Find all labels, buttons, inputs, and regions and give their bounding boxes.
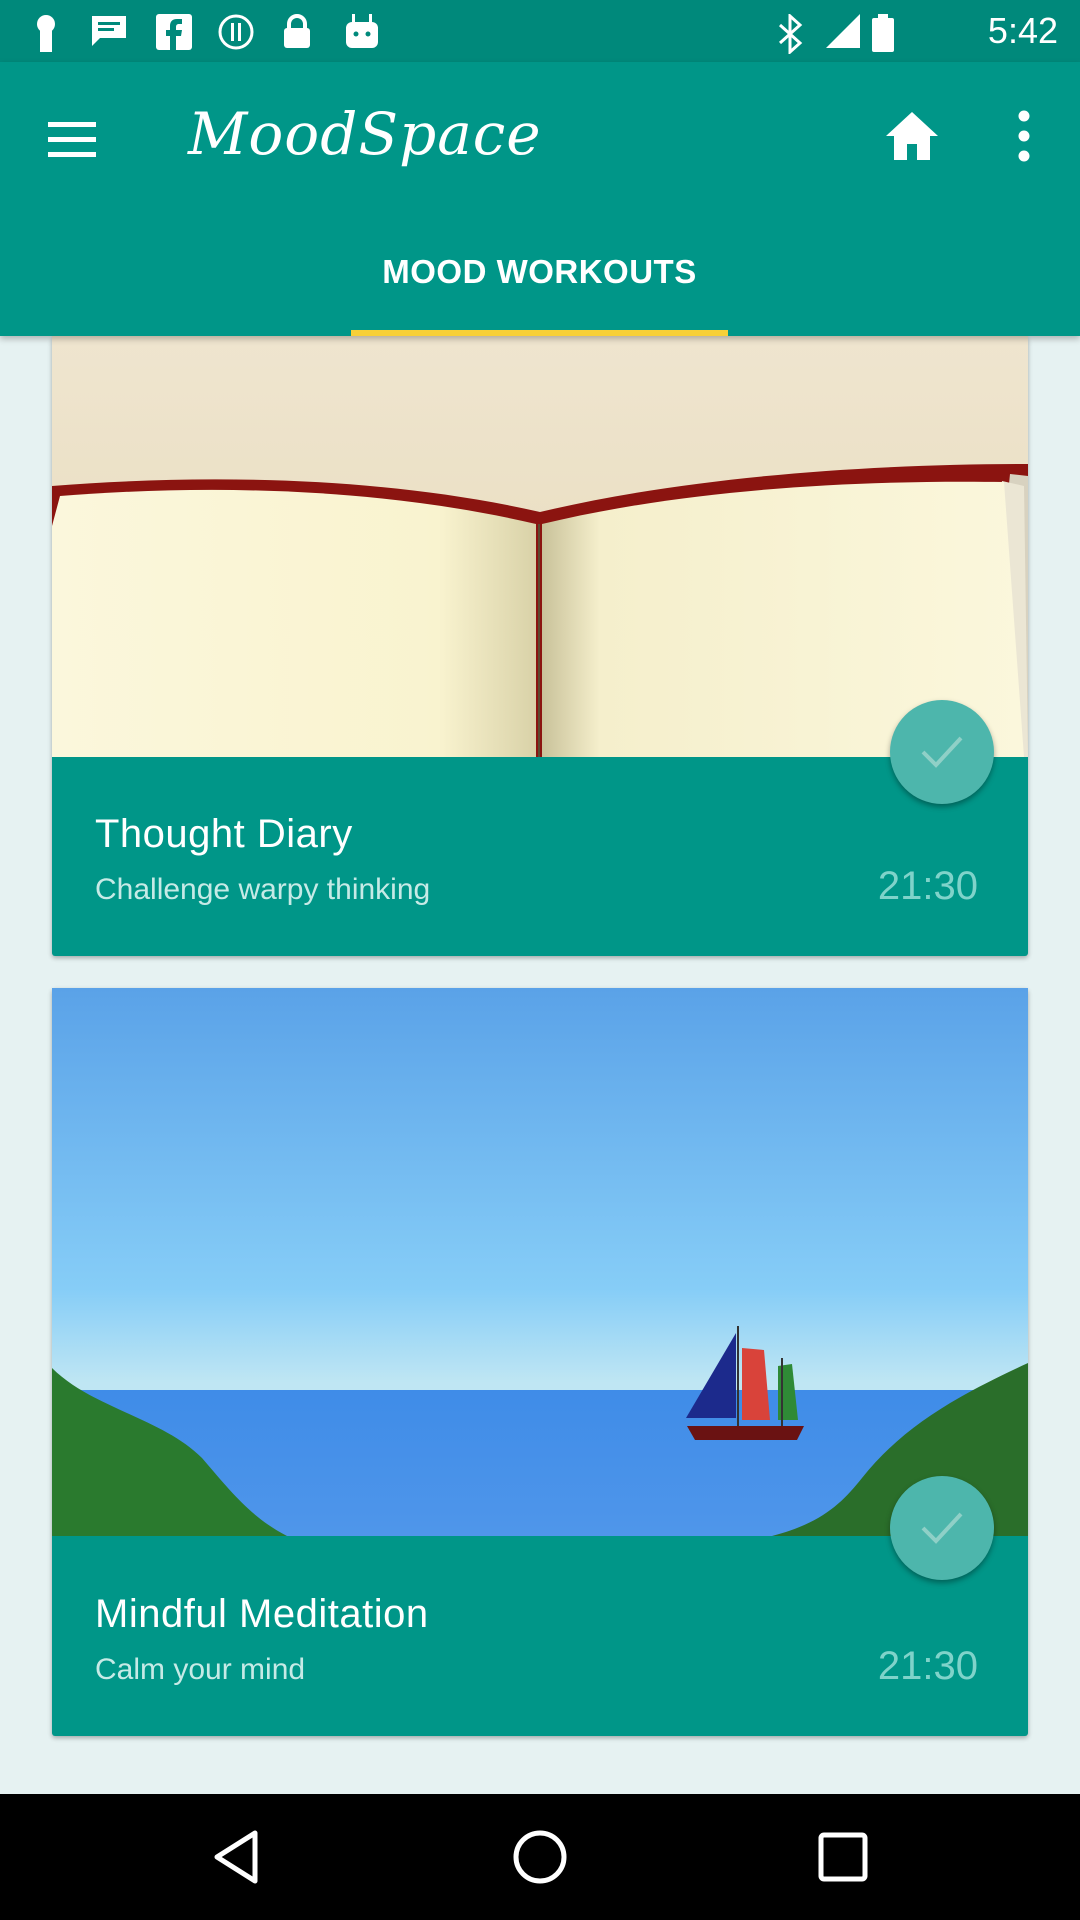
check-icon xyxy=(921,736,963,768)
app-bar: MoodSpace MOOD WORKOUTS xyxy=(0,62,1080,336)
tab-indicator xyxy=(351,330,728,336)
card-duration: 21:30 xyxy=(877,864,978,908)
card-title: Mindful Meditation xyxy=(95,1592,429,1636)
mindful-meditation-image xyxy=(52,988,1028,1536)
thought-diary-image xyxy=(52,336,1028,757)
open-book-illustration xyxy=(52,336,1028,757)
complete-check-button[interactable] xyxy=(890,700,994,804)
back-triangle-icon xyxy=(214,1830,258,1884)
home-button[interactable] xyxy=(884,108,940,164)
sync-notification-icon xyxy=(218,14,254,50)
message-notification-icon xyxy=(92,16,126,46)
android-notification-icon xyxy=(346,14,378,48)
recents-square-icon xyxy=(818,1832,868,1882)
home-icon xyxy=(886,112,938,160)
card-subtitle: Challenge warpy thinking xyxy=(95,873,431,906)
facebook-notification-icon xyxy=(156,14,192,50)
signal-icon xyxy=(826,14,860,48)
nav-recents-button[interactable] xyxy=(813,1827,873,1887)
tab-mood-workouts[interactable]: MOOD WORKOUTS xyxy=(351,237,728,336)
lock-notification-icon xyxy=(284,14,310,48)
workout-card-mindful-meditation[interactable]: Mindful Meditation Calm your mind 21:30 xyxy=(52,988,1028,1736)
card-subtitle: Calm your mind xyxy=(95,1653,306,1686)
keyhole-notification-icon xyxy=(37,15,55,52)
nav-back-button[interactable] xyxy=(207,1827,267,1887)
card-duration: 21:30 xyxy=(877,1644,978,1688)
complete-check-button[interactable] xyxy=(890,1476,994,1580)
more-vert-icon xyxy=(1018,110,1030,162)
status-time: 5:42 xyxy=(987,10,1058,51)
tab-label: MOOD WORKOUTS xyxy=(382,253,697,290)
sea-sailboat-illustration xyxy=(52,988,1028,1536)
more-options-button[interactable] xyxy=(1004,108,1044,164)
home-circle-icon xyxy=(513,1830,567,1884)
bluetooth-icon xyxy=(778,14,803,54)
workout-card-thought-diary[interactable]: Thought Diary Challenge warpy thinking 2… xyxy=(52,336,1028,956)
nav-home-button[interactable] xyxy=(510,1827,570,1887)
menu-button[interactable] xyxy=(44,112,100,168)
card-title: Thought Diary xyxy=(95,812,353,856)
app-title: MoodSpace xyxy=(188,100,542,168)
menu-icon xyxy=(48,122,96,157)
status-bar: 5:42 xyxy=(0,0,1080,62)
check-icon xyxy=(921,1512,963,1544)
system-navigation-bar xyxy=(0,1794,1080,1920)
battery-icon xyxy=(872,14,894,52)
